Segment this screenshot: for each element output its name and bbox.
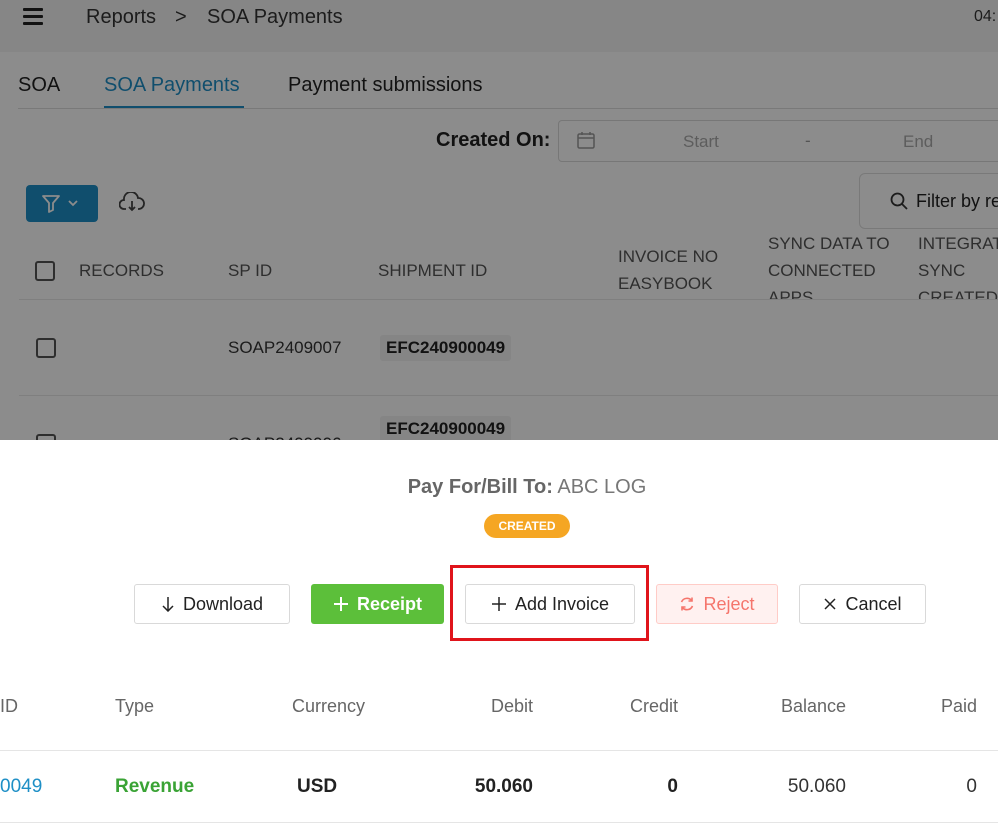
download-button[interactable]: Download <box>134 584 290 624</box>
status-badge: CREATED <box>484 514 570 538</box>
cancel-label: Cancel <box>845 593 902 614</box>
debit-cell: 50.060 <box>474 776 533 797</box>
currency-cell: USD <box>297 776 338 797</box>
bill-to-line: Pay For/Bill To: ABC LOG <box>0 476 998 499</box>
type-cell: Revenue <box>115 776 195 797</box>
download-label: Download <box>182 593 264 614</box>
column-header-id: ID <box>0 696 18 716</box>
column-header-balance: Balance <box>780 696 846 716</box>
cancel-button[interactable]: Cancel <box>799 584 926 624</box>
bill-to-value: ABC LOG <box>557 476 647 498</box>
column-header-currency: Currency <box>292 696 366 716</box>
column-header-type: Type <box>115 696 155 716</box>
balance-cell: 50.060 <box>787 776 846 797</box>
reject-label: Reject <box>703 593 755 614</box>
credit-cell: 0 <box>667 776 678 797</box>
background-page: Reports > SOA Payments 04: SOA SOA Payme… <box>0 0 998 440</box>
bill-to-label: Pay For/Bill To: <box>407 476 553 498</box>
highlight-box <box>450 565 649 641</box>
receipt-label: Receipt <box>356 593 423 614</box>
close-icon <box>824 598 837 610</box>
invoice-id-link[interactable]: 0049 <box>0 776 42 798</box>
sync-icon <box>681 597 694 611</box>
row-divider <box>0 822 998 823</box>
table-header-divider <box>0 750 998 751</box>
reject-button[interactable]: Reject <box>656 584 778 624</box>
payment-detail-modal: Pay For/Bill To: ABC LOG CREATED Downloa… <box>0 440 998 838</box>
plus-icon <box>333 597 348 611</box>
paid-cell: 0 <box>966 776 977 797</box>
column-header-debit: Debit <box>490 696 533 716</box>
column-header-credit: Credit <box>629 696 678 716</box>
column-header-paid: Paid <box>940 696 977 716</box>
modal-backdrop[interactable] <box>0 0 998 440</box>
receipt-button[interactable]: Receipt <box>311 584 444 624</box>
arrow-down-icon <box>162 597 174 612</box>
